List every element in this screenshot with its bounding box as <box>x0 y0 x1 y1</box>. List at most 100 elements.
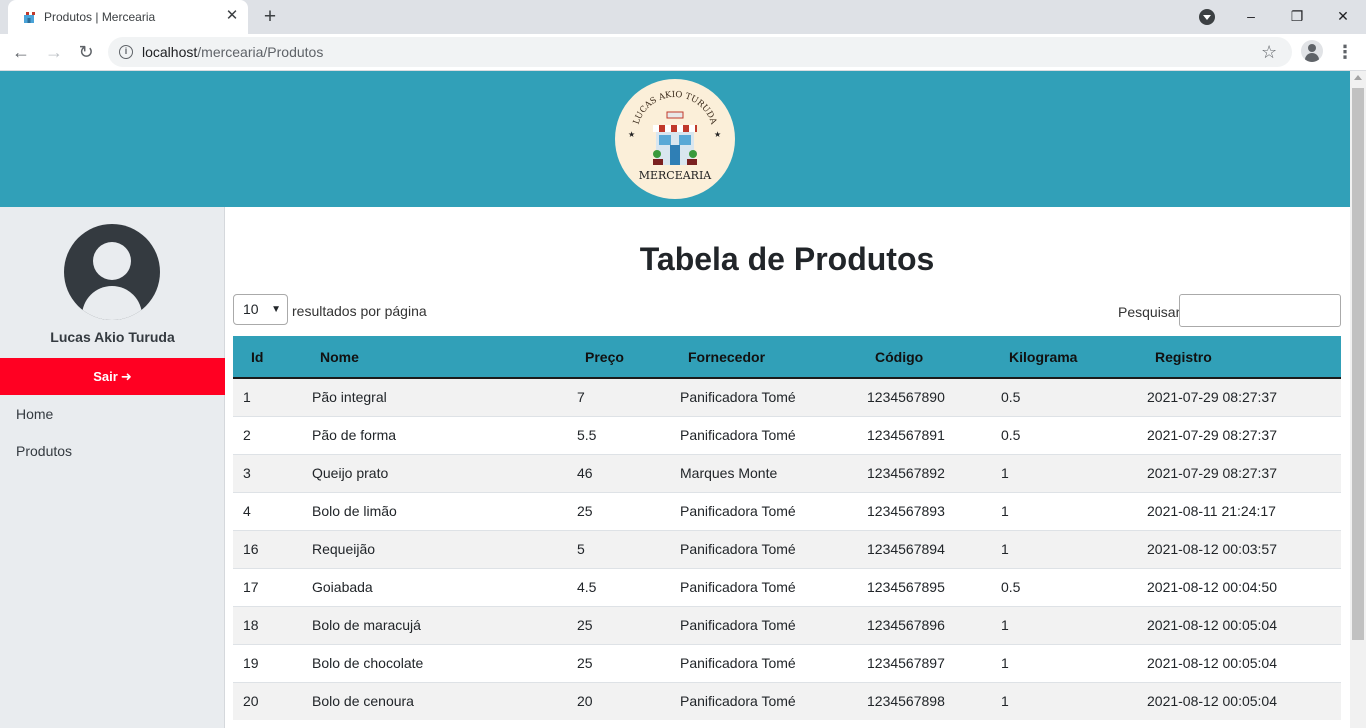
search-label: Pesquisar <box>1118 304 1181 320</box>
table-cell: Queijo prato <box>312 453 577 492</box>
column-header-codigo[interactable]: Código <box>867 336 1001 379</box>
sidebar-item-home[interactable]: Home <box>16 406 53 422</box>
main-content: Tabela de Produtos 10 ▼ resultados por p… <box>233 207 1341 728</box>
url-path: /mercearia/Produtos <box>197 44 324 60</box>
table-row[interactable]: 16 Requeijão 5 Panificadora Tomé 1234567894 1… <box>233 529 1341 568</box>
table-cell: 1 <box>1001 605 1147 644</box>
close-tab-icon[interactable]: ✕ <box>224 8 240 24</box>
column-header-fornecedor[interactable]: Fornecedor <box>680 336 867 379</box>
table-cell: Panificadora Tomé <box>680 491 867 530</box>
table-row[interactable]: 19 Bolo de chocolate 25 Panificadora Tomé 12… <box>233 643 1341 682</box>
table-cell: 1234567890 <box>867 377 1001 416</box>
page-length-select[interactable]: 10 ▼ <box>233 294 288 325</box>
mercearia-logo[interactable]: LUCAS AKIO TURUDA ★ ★ MERCEARIA <box>615 79 735 199</box>
browser-tab-strip: Produtos | Mercearia ✕ + – ❐ ✕ <box>0 0 1366 34</box>
table-cell: 1234567896 <box>867 605 1001 644</box>
logo-arc-text: LUCAS AKIO TURUDA <box>632 90 719 127</box>
column-header-nome[interactable]: Nome <box>312 336 577 379</box>
table-row[interactable]: 17 Goiabada 4.5 Panificadora Tomé 1234567895… <box>233 567 1341 606</box>
table-cell: 3 <box>233 453 312 492</box>
table-cell: 20 <box>577 681 680 720</box>
table-cell: Requeijão <box>312 529 577 568</box>
logout-button[interactable]: Sair ➜ <box>0 358 225 395</box>
store-logo-icon: LUCAS AKIO TURUDA ★ ★ MERCEARIA <box>628 90 721 182</box>
column-header-id[interactable]: Id <box>233 336 312 379</box>
new-tab-icon[interactable]: + <box>258 5 282 29</box>
user-avatar-icon <box>64 224 160 320</box>
svg-text:★: ★ <box>714 130 721 139</box>
table-cell: Pão integral <box>312 377 577 416</box>
column-header-preco[interactable]: Preço <box>577 336 680 379</box>
table-cell: 1234567894 <box>867 529 1001 568</box>
table-cell: 1 <box>1001 491 1147 530</box>
table-cell: 2021-07-29 08:27:37 <box>1147 415 1341 454</box>
table-cell: Panificadora Tomé <box>680 567 867 606</box>
table-cell: 1234567892 <box>867 453 1001 492</box>
sidebar-item-produtos[interactable]: Produtos <box>16 443 72 459</box>
minimize-icon[interactable]: – <box>1236 4 1266 28</box>
scroll-up-icon[interactable] <box>1354 75 1362 80</box>
close-window-icon[interactable]: ✕ <box>1328 4 1358 28</box>
table-cell: Panificadora Tomé <box>680 529 867 568</box>
restore-icon[interactable]: ❐ <box>1282 4 1312 28</box>
logout-label: Sair <box>93 369 118 384</box>
table-cell: 2021-07-29 08:27:37 <box>1147 377 1341 416</box>
table-cell: 2021-08-12 00:03:57 <box>1147 529 1341 568</box>
store-favicon-icon <box>23 12 35 23</box>
search-input[interactable] <box>1179 294 1341 327</box>
logo-bottom-text: MERCEARIA <box>639 169 713 182</box>
table-cell: 7 <box>577 377 680 416</box>
tab-title: Produtos | Mercearia <box>44 10 156 24</box>
browser-tab[interactable]: Produtos | Mercearia ✕ <box>8 0 248 34</box>
column-header-kilograma[interactable]: Kilograma <box>1001 336 1147 379</box>
table-row[interactable]: 18 Bolo de maracujá 25 Panificadora Tomé 123… <box>233 605 1341 644</box>
sidebar: Lucas Akio Turuda Sair ➜ Home Produtos <box>0 207 225 728</box>
table-cell: 0.5 <box>1001 567 1147 606</box>
reload-icon[interactable]: ↻ <box>74 40 98 64</box>
bookmark-star-icon[interactable]: ☆ <box>1261 42 1277 62</box>
table-cell: 1234567891 <box>867 415 1001 454</box>
table-cell: Marques Monte <box>680 453 867 492</box>
account-icon[interactable] <box>1301 40 1323 62</box>
table-cell: 25 <box>577 491 680 530</box>
table-row[interactable]: 1 Pão integral 7 Panificadora Tomé 123456789… <box>233 377 1341 416</box>
page-length-label: resultados por página <box>292 303 427 319</box>
table-cell: 1 <box>233 377 312 416</box>
scrollbar-thumb[interactable] <box>1352 88 1364 640</box>
table-cell: Bolo de limão <box>312 491 577 530</box>
chevron-down-icon: ▼ <box>271 304 281 315</box>
browser-menu-icon[interactable]: ⋮ <box>1336 40 1354 64</box>
table-cell: Bolo de maracujá <box>312 605 577 644</box>
table-cell: Pão de forma <box>312 415 577 454</box>
user-name: Lucas Akio Turuda <box>50 329 175 345</box>
table-cell: 5 <box>577 529 680 568</box>
table-header-row: Id Nome Preço Fornecedor Código Kilogram… <box>233 336 1341 379</box>
table-cell: Panificadora Tomé <box>680 681 867 720</box>
column-header-registro[interactable]: Registro <box>1147 336 1341 379</box>
table-cell: 1 <box>1001 643 1147 682</box>
table-cell: 1 <box>1001 529 1147 568</box>
forward-icon[interactable]: → <box>42 40 66 64</box>
address-bar[interactable]: i localhost/mercearia/Produtos ☆ <box>108 37 1292 67</box>
back-icon[interactable]: ← <box>9 40 33 64</box>
url-host: localhost <box>142 44 198 60</box>
url-text[interactable]: localhost/mercearia/Produtos <box>142 44 323 60</box>
table-row[interactable]: 2 Pão de forma 5.5 Panificadora Tomé 1234567… <box>233 415 1341 454</box>
table-cell: 1234567895 <box>867 567 1001 606</box>
table-row[interactable]: 3 Queijo prato 46 Marques Monte 1234567892 1 2… <box>233 453 1341 492</box>
browser-toolbar: ← → ↻ i localhost/mercearia/Produtos ☆ ⋮ <box>0 34 1366 71</box>
page-scrollbar[interactable] <box>1350 71 1366 728</box>
table-cell: Bolo de chocolate <box>312 643 577 682</box>
table-row[interactable]: 4 Bolo de limão 25 Panificadora Tomé 1234567… <box>233 491 1341 530</box>
table-cell: 2021-08-11 21:24:17 <box>1147 491 1341 530</box>
table-cell: 4.5 <box>577 567 680 606</box>
table-cell: 46 <box>577 453 680 492</box>
table-cell: 18 <box>233 605 312 644</box>
site-header: LUCAS AKIO TURUDA ★ ★ MERCEARIA <box>0 71 1350 207</box>
site-info-icon[interactable]: i <box>119 45 133 59</box>
table-cell: Goiabada <box>312 567 577 606</box>
tab-search-icon[interactable] <box>1199 9 1215 25</box>
table-cell: Panificadora Tomé <box>680 415 867 454</box>
table-row[interactable]: 20 Bolo de cenoura 20 Panificadora Tomé 1234… <box>233 681 1341 720</box>
page-length-value: 10 <box>243 301 259 317</box>
